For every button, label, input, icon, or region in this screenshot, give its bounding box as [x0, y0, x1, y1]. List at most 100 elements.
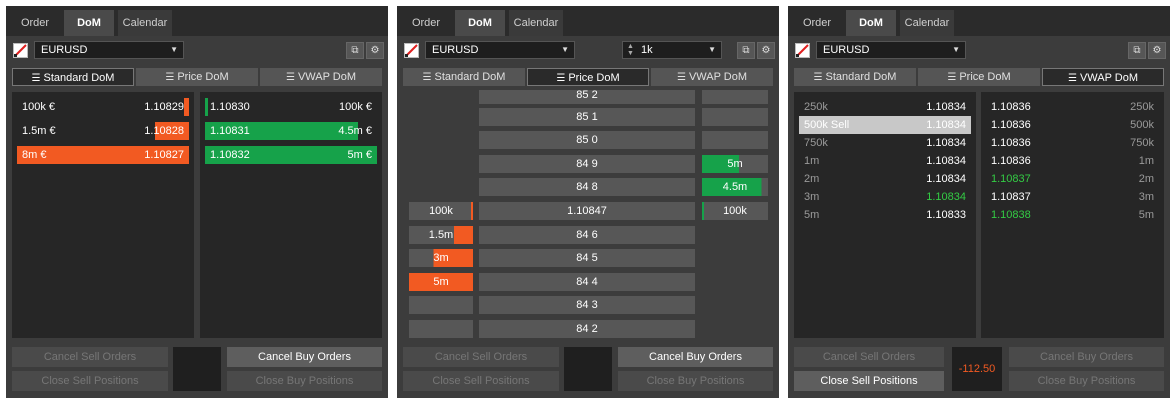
symbol-select[interactable]: EURUSD ▼	[816, 41, 966, 59]
symbol-select[interactable]: EURUSD ▼	[425, 41, 575, 59]
chart-settings-icon[interactable]: ⧉	[1128, 42, 1146, 59]
sell-row[interactable]: 1.5m € 1.10828	[17, 122, 189, 140]
ladder-price[interactable]: 85 2	[479, 90, 695, 104]
mode-price-dom[interactable]: ☰ Price DoM	[918, 68, 1040, 86]
gear-icon[interactable]: ⚙	[366, 42, 384, 59]
chart-settings-icon[interactable]: ⧉	[346, 42, 364, 59]
vwap-buy-row[interactable]: 1.10836 250k	[986, 98, 1159, 116]
ladder-buy-cell[interactable]	[702, 108, 768, 126]
ladder-price[interactable]: 1.10847	[479, 202, 695, 220]
cancel-buy-orders-button[interactable]: Cancel Buy Orders	[618, 347, 773, 367]
ladder-buy-cell[interactable]: 100k	[702, 202, 768, 220]
tab-calendar[interactable]: Calendar	[118, 10, 172, 36]
tab-dom[interactable]: DoM	[846, 10, 896, 36]
mode-vwap-dom[interactable]: ☰ VWAP DoM	[1042, 68, 1164, 86]
tab-order[interactable]: Order	[792, 10, 842, 36]
vwap-price: 1.10834	[926, 119, 966, 131]
mode-price-dom[interactable]: ☰ Price DoM	[136, 68, 258, 86]
tab-calendar[interactable]: Calendar	[509, 10, 563, 36]
volume-bar	[183, 98, 189, 116]
close-buy-positions-button[interactable]: Close Buy Positions	[227, 371, 382, 391]
cancel-buy-orders-button[interactable]: Cancel Buy Orders	[1009, 347, 1164, 367]
ladder-sell-cell[interactable]	[409, 296, 473, 314]
ladder-buy-cell[interactable]: 5m	[702, 155, 768, 173]
ladder-price[interactable]: 84 6	[479, 226, 695, 244]
symbol-select[interactable]: EURUSD ▼	[34, 41, 184, 59]
close-buy-positions-button[interactable]: Close Buy Positions	[1009, 371, 1164, 391]
vwap-sell-row[interactable]: 2m 1.10834	[799, 170, 971, 188]
vwap-price: 1.10834	[926, 191, 966, 203]
ladder-sell-cell[interactable]: 100k	[409, 202, 473, 220]
ladder-price[interactable]: 85 1	[479, 108, 695, 126]
ladder-price[interactable]: 84 9	[479, 155, 695, 173]
tab-dom[interactable]: DoM	[64, 10, 114, 36]
ladder-buy-cell[interactable]: 4.5m	[702, 178, 768, 196]
spinner-icon[interactable]: ▲ ▼	[627, 43, 634, 57]
ladder-price[interactable]: 84 2	[479, 320, 695, 338]
chart-settings-icon[interactable]: ⧉	[737, 42, 755, 59]
mode-vwap-dom[interactable]: ☰ VWAP DoM	[260, 68, 382, 86]
gear-icon[interactable]: ⚙	[1148, 42, 1166, 59]
vwap-buy-row[interactable]: 1.10838 5m	[986, 206, 1159, 224]
ladder-price[interactable]: 84 5	[479, 249, 695, 267]
tab-order[interactable]: Order	[10, 10, 60, 36]
mode-standard-dom[interactable]: ☰ Standard DoM	[403, 68, 525, 86]
ladder-sell-cell[interactable]: 1.5m	[409, 226, 473, 244]
cancel-sell-orders-button[interactable]: Cancel Sell Orders	[794, 347, 944, 367]
gear-icon[interactable]: ⚙	[757, 42, 775, 59]
ladder-buy-cell[interactable]	[702, 131, 768, 149]
vwap-sell-row[interactable]: 5m 1.10833	[799, 206, 971, 224]
close-sell-positions-button[interactable]: Close Sell Positions	[12, 371, 168, 391]
close-buy-positions-button[interactable]: Close Buy Positions	[618, 371, 773, 391]
list-icon: ☰	[813, 72, 823, 83]
vwap-buy-row[interactable]: 1.10837 3m	[986, 188, 1159, 206]
buy-row[interactable]: 1.10831 4.5m €	[205, 122, 377, 140]
price-dom-panel: Order DoM Calendar EURUSD ▼ ▲ ▼ 1k ▼ ⧉ ⚙ ☰…	[397, 6, 779, 398]
sell-column: 100k € 1.10829 1.5m € 1.10828 8m € 1.108…	[12, 92, 194, 338]
vwap-volume: 5m	[1138, 209, 1154, 221]
vwap-buy-row[interactable]: 1.10836 1m	[986, 152, 1159, 170]
close-sell-positions-button[interactable]: Close Sell Positions	[403, 371, 559, 391]
quantity-stepper[interactable]: ▲ ▼ 1k ▼	[622, 41, 722, 59]
app-logo-icon	[13, 43, 28, 58]
vwap-volume: 2m	[1138, 173, 1154, 185]
buy-price: 1.10832	[210, 149, 250, 161]
ladder-price[interactable]: 85 0	[479, 131, 695, 149]
buy-column: 1.10830 100k € 1.10831 4.5m € 1.10832 5m…	[200, 92, 382, 338]
ladder-sell-cell[interactable]	[409, 320, 473, 338]
ladder-buy-cell[interactable]	[702, 90, 768, 104]
sell-row[interactable]: 8m € 1.10827	[17, 146, 189, 164]
vwap-sell-row[interactable]: 3m 1.10834	[799, 188, 971, 206]
tab-calendar[interactable]: Calendar	[900, 10, 954, 36]
vwap-sell-row[interactable]: 750k 1.10834	[799, 134, 971, 152]
mode-price-dom[interactable]: ☰ Price DoM	[527, 68, 649, 86]
cancel-sell-orders-button[interactable]: Cancel Sell Orders	[403, 347, 559, 367]
tab-dom[interactable]: DoM	[455, 10, 505, 36]
close-sell-positions-button[interactable]: Close Sell Positions	[794, 371, 944, 391]
toolbar: EURUSD ▼ ⧉ ⚙	[6, 36, 388, 66]
buy-volume: 100k €	[338, 101, 372, 113]
buy-row[interactable]: 1.10832 5m €	[205, 146, 377, 164]
vwap-buy-row[interactable]: 1.10837 2m	[986, 170, 1159, 188]
vwap-buy-row[interactable]: 1.10836 500k	[986, 116, 1159, 134]
vwap-sell-row[interactable]: 500k Sell 1.10834	[799, 116, 971, 134]
cancel-buy-orders-button[interactable]: Cancel Buy Orders	[227, 347, 382, 367]
cancel-sell-orders-button[interactable]: Cancel Sell Orders	[12, 347, 168, 367]
ladder-sell-cell[interactable]: 5m	[409, 273, 473, 291]
buy-row[interactable]: 1.10830 100k €	[205, 98, 377, 116]
mode-standard-dom[interactable]: ☰ Standard DoM	[794, 68, 916, 86]
vwap-sell-row[interactable]: 1m 1.10834	[799, 152, 971, 170]
list-icon: ☰	[947, 72, 957, 83]
ladder-price[interactable]: 84 3	[479, 296, 695, 314]
sell-row[interactable]: 100k € 1.10829	[17, 98, 189, 116]
ladder-price[interactable]: 84 4	[479, 273, 695, 291]
tab-order[interactable]: Order	[401, 10, 451, 36]
ladder-sell-cell[interactable]: 3m	[409, 249, 473, 267]
list-icon: ☰	[556, 73, 566, 84]
vwap-sell-row[interactable]: 250k 1.10834	[799, 98, 971, 116]
mode-standard-dom[interactable]: ☰ Standard DoM	[12, 68, 134, 86]
mode-vwap-dom[interactable]: ☰ VWAP DoM	[651, 68, 773, 86]
list-icon: ☰	[165, 72, 175, 83]
vwap-buy-row[interactable]: 1.10836 750k	[986, 134, 1159, 152]
ladder-price[interactable]: 84 8	[479, 178, 695, 196]
